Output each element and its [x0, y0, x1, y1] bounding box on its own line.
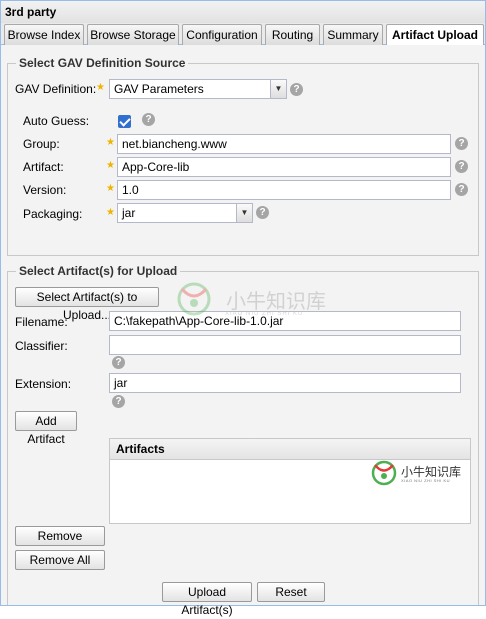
- tab-configuration[interactable]: Configuration: [182, 24, 262, 45]
- upload-artifacts-button[interactable]: Upload Artifact(s): [162, 582, 252, 617]
- watermark-logo-icon: [368, 459, 400, 487]
- tab-summary[interactable]: Summary: [323, 24, 383, 45]
- upload-form: Select GAV Definition Source GAV Definit…: [1, 45, 485, 617]
- reset-button[interactable]: Reset: [257, 582, 325, 602]
- required-star-icon: ★: [106, 137, 115, 148]
- watermark-text: 小牛知识库: [226, 291, 326, 313]
- repository-panel: 3rd party Browse Index Browse Storage Co…: [0, 0, 486, 617]
- artifact-label: Artifact:: [23, 160, 64, 174]
- select-artifacts-button[interactable]: Select Artifact(s) to Upload...: [15, 287, 159, 322]
- packaging-value: jar: [122, 206, 136, 220]
- version-field[interactable]: 1.0: [117, 180, 451, 200]
- packaging-select[interactable]: jar ▼: [117, 203, 253, 223]
- tab-bar: Browse Index Browse Storage Configuratio…: [1, 23, 485, 46]
- help-icon[interactable]: ?: [455, 160, 468, 173]
- required-star-icon: ★: [106, 207, 115, 218]
- help-icon[interactable]: ?: [112, 395, 125, 408]
- artifact-legend: Select Artifact(s) for Upload: [16, 264, 181, 278]
- packaging-label: Packaging:: [23, 207, 83, 221]
- watermark-subtext: XIAO NIU ZHI SHI KU: [225, 311, 304, 317]
- gav-definition-label: GAV Definition:: [15, 82, 97, 96]
- auto-guess-checkbox[interactable]: [118, 115, 131, 128]
- chevron-down-icon[interactable]: ▼: [270, 80, 286, 98]
- help-icon[interactable]: ?: [290, 83, 303, 96]
- chevron-down-icon[interactable]: ▼: [236, 204, 252, 222]
- add-artifact-button[interactable]: Add Artifact: [15, 411, 77, 446]
- auto-guess-label: Auto Guess:: [23, 114, 90, 128]
- extension-label: Extension:: [15, 377, 72, 391]
- watermark-subtext: XIAO NIU ZHI SHI KU: [401, 478, 451, 483]
- classifier-label: Classifier:: [15, 339, 68, 353]
- help-icon[interactable]: ?: [455, 183, 468, 196]
- group-field[interactable]: net.biancheng.www: [117, 134, 451, 154]
- panel-title: 3rd party: [1, 1, 485, 23]
- help-icon[interactable]: ?: [455, 137, 468, 150]
- help-icon[interactable]: ?: [112, 356, 125, 369]
- help-icon[interactable]: ?: [256, 206, 269, 219]
- artifact-field[interactable]: App-Core-lib: [117, 157, 451, 177]
- required-star-icon: ★: [96, 82, 105, 93]
- gav-definition-value: GAV Parameters: [114, 82, 204, 96]
- gav-definition-select[interactable]: GAV Parameters ▼: [109, 79, 287, 99]
- remove-all-button[interactable]: Remove All: [15, 550, 105, 570]
- watermark-logo-icon: [169, 281, 219, 317]
- remove-button[interactable]: Remove: [15, 526, 105, 546]
- artifacts-grid-header: Artifacts: [110, 439, 470, 460]
- tab-browse-index[interactable]: Browse Index: [4, 24, 84, 45]
- classifier-field[interactable]: [109, 335, 461, 355]
- tab-routing[interactable]: Routing: [265, 24, 320, 45]
- required-star-icon: ★: [106, 183, 115, 194]
- tab-artifact-upload[interactable]: Artifact Upload: [386, 24, 484, 46]
- group-label: Group:: [23, 137, 60, 151]
- filename-label: Filename:: [15, 315, 68, 329]
- required-star-icon: ★: [106, 160, 115, 171]
- version-label: Version:: [23, 183, 67, 197]
- help-icon[interactable]: ?: [142, 113, 155, 126]
- tab-browse-storage[interactable]: Browse Storage: [87, 24, 179, 45]
- extension-field[interactable]: jar: [109, 373, 461, 393]
- gav-legend: Select GAV Definition Source: [16, 56, 189, 70]
